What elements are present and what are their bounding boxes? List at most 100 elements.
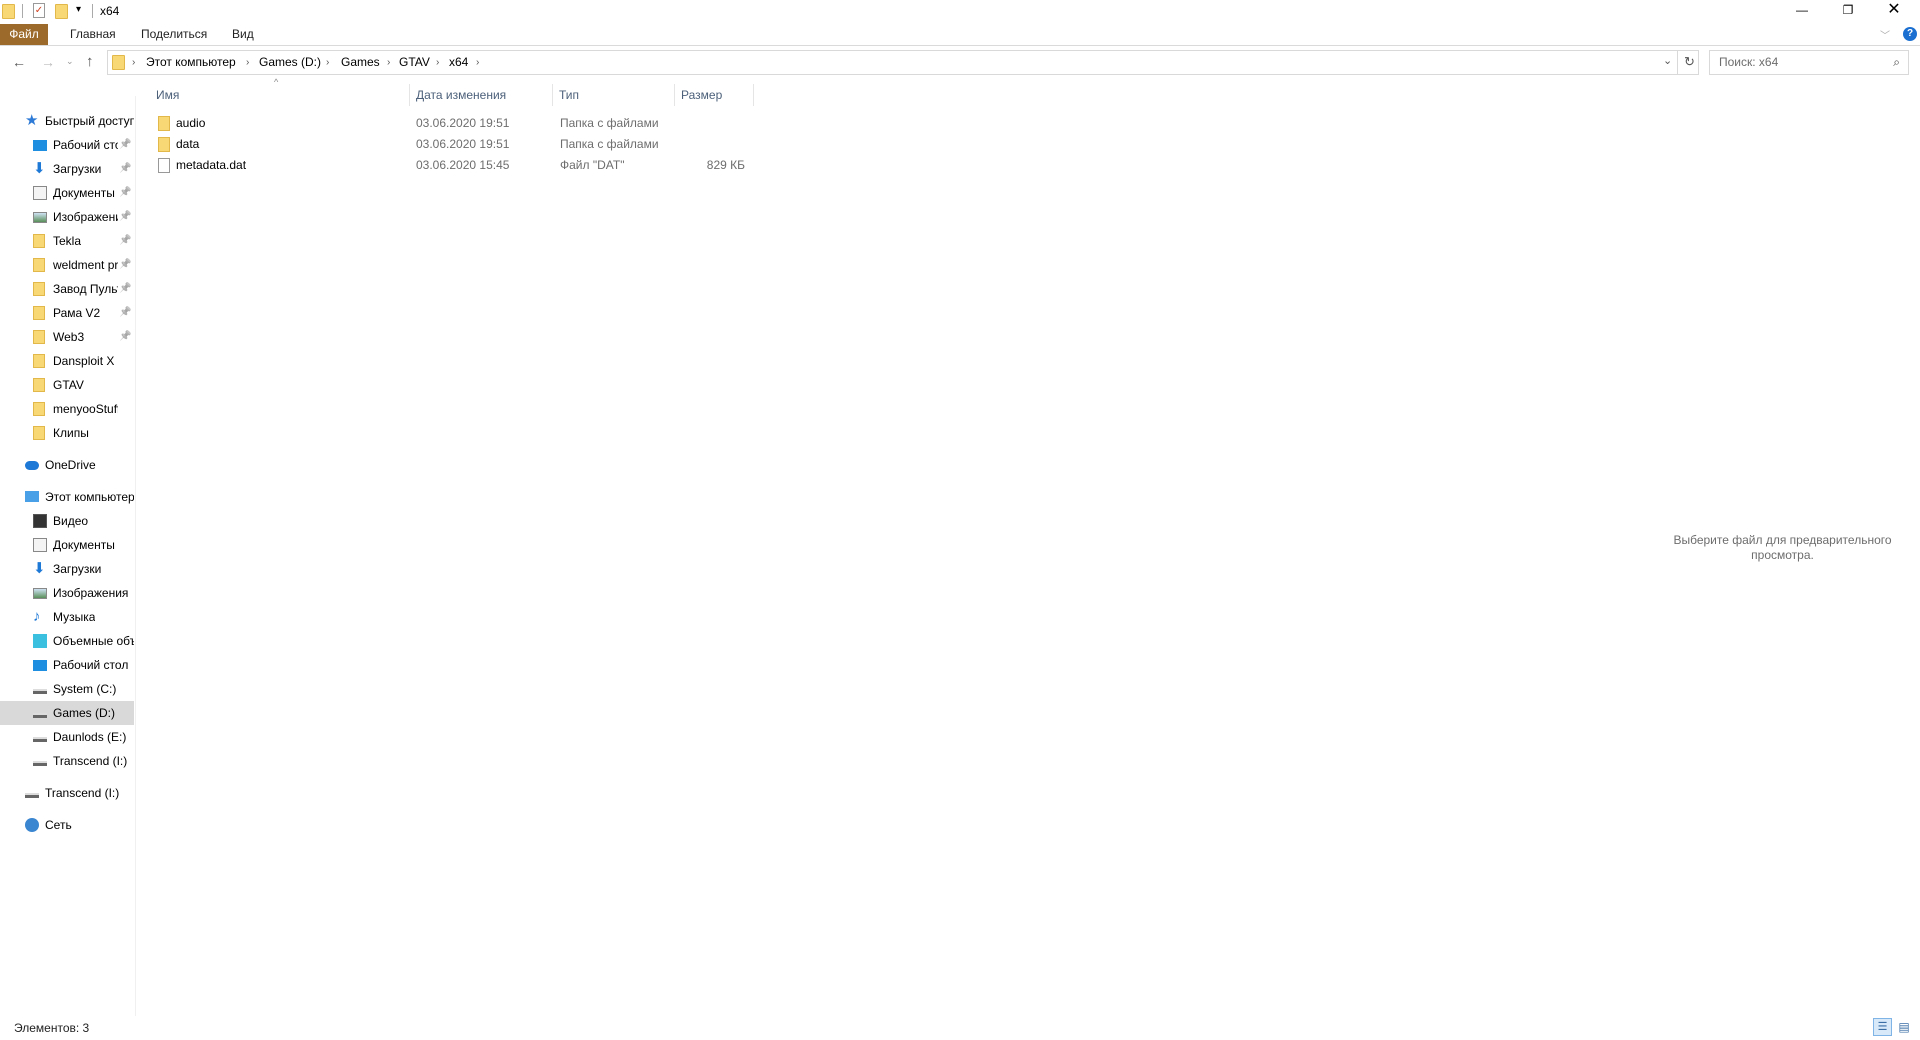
pin-icon[interactable]: 📌	[119, 277, 131, 301]
sidebar-item[interactable]: Transcend (I:)	[0, 749, 134, 773]
breadcrumb-this-pc[interactable]: Этот компьютер	[146, 51, 236, 74]
address-bar[interactable]: › Этот компьютер › Games (D:) › Games › …	[107, 50, 1699, 75]
sidebar-item[interactable]: Видео	[0, 509, 134, 533]
sidebar-item[interactable]: Dansploit X	[0, 349, 134, 373]
sidebar-item-label: Клипы	[53, 426, 89, 440]
column-header-date[interactable]: Дата изменения	[410, 84, 553, 106]
refresh-icon[interactable]: ↻	[1684, 54, 1695, 70]
new-folder-icon[interactable]	[55, 4, 68, 19]
file-row[interactable]: data 03.06.2020 19:51 Папка с файлами	[150, 134, 755, 155]
sidebar-item-label: Документы	[53, 186, 115, 200]
search-icon: ⌕	[1893, 55, 1900, 69]
sidebar-item[interactable]: GTAV	[0, 373, 134, 397]
recent-locations-icon[interactable]: ⌄	[66, 56, 74, 67]
sidebar-item[interactable]: Daunlods (E:)	[0, 725, 134, 749]
file-name: data	[176, 137, 200, 151]
up-button[interactable]: ↑	[86, 53, 94, 70]
file-size: 829 КБ	[706, 158, 745, 172]
sidebar-item[interactable]: Документы	[0, 533, 134, 557]
desktop-icon	[33, 660, 47, 671]
sidebar-item[interactable]: System (C:)	[0, 677, 134, 701]
folder-icon	[158, 116, 170, 131]
sidebar-item[interactable]: ⬇ Загрузки	[0, 557, 134, 581]
breadcrumb-games[interactable]: Games	[341, 51, 380, 74]
sidebar-item[interactable]: ★ Быстрый доступ	[0, 109, 134, 133]
minimize-button[interactable]: —	[1792, 0, 1812, 20]
folder-icon	[33, 330, 45, 344]
sidebar-item[interactable]: Рабочий стол📌	[0, 133, 134, 157]
sidebar-item-label: Загрузки	[53, 162, 102, 176]
sidebar-item[interactable]: Рабочий стол	[0, 653, 134, 677]
search-input[interactable]: Поиск: x64 ⌕	[1709, 50, 1909, 75]
column-header-size[interactable]: Размер	[675, 84, 754, 106]
pin-icon[interactable]: 📌	[119, 205, 131, 229]
tab-file[interactable]: Файл	[0, 24, 48, 45]
sidebar-item[interactable]: Клипы	[0, 421, 134, 445]
sidebar-item[interactable]: OneDrive	[0, 453, 134, 477]
file-type: Папка с файлами	[560, 137, 659, 151]
tab-share[interactable]: Поделиться	[141, 24, 207, 45]
sidebar-item[interactable]: Сеть	[0, 813, 134, 837]
sidebar-item[interactable]: Завод Пульт 📌	[0, 277, 134, 301]
sidebar-item[interactable]: Games (D:)	[0, 701, 134, 725]
details-view-button[interactable]: ☰	[1873, 1018, 1892, 1036]
sidebar-item-label: Dansploit X	[53, 354, 115, 368]
file-date: 03.06.2020 19:51	[416, 116, 510, 130]
pin-icon[interactable]: 📌	[119, 133, 131, 157]
sidebar-item-label: OneDrive	[45, 458, 96, 472]
sidebar-item[interactable]: Изображения📌	[0, 205, 134, 229]
navigation-pane: ★Быстрый доступРабочий стол📌⬇Загрузки📌До…	[0, 96, 136, 1016]
sidebar-item[interactable]: Объемные объекты	[0, 629, 134, 653]
file-date: 03.06.2020 19:51	[416, 137, 510, 151]
breadcrumb-gtav[interactable]: GTAV	[399, 51, 430, 74]
pin-icon[interactable]: 📌	[119, 325, 131, 349]
divider	[1677, 51, 1678, 74]
sidebar-item[interactable]: ♪ Музыка	[0, 605, 134, 629]
folder-icon	[33, 306, 45, 320]
pin-icon[interactable]: 📌	[119, 157, 131, 181]
large-icons-view-button[interactable]: ▤	[1896, 1020, 1912, 1035]
restore-button[interactable]: ❐	[1838, 0, 1858, 20]
file-row[interactable]: audio 03.06.2020 19:51 Папка с файлами	[150, 113, 755, 134]
file-row[interactable]: metadata.dat 03.06.2020 15:45 Файл "DAT" 82…	[150, 155, 755, 176]
breadcrumb-games-d[interactable]: Games (D:)	[259, 51, 321, 74]
sidebar-item-label: Рама V2	[53, 306, 101, 320]
sidebar-item-label: Музыка	[53, 610, 96, 624]
column-header-name[interactable]: Имя	[150, 84, 410, 106]
sidebar-item[interactable]: Этот компьютер	[0, 485, 134, 509]
tab-view[interactable]: Вид	[232, 24, 254, 45]
sidebar-item[interactable]: menyooStuff	[0, 397, 134, 421]
sidebar-item[interactable]: Документы 📌	[0, 181, 134, 205]
sidebar-item-label: Быстрый доступ	[45, 114, 134, 128]
pin-icon[interactable]: 📌	[119, 301, 131, 325]
column-header-type[interactable]: Тип	[553, 84, 675, 106]
sidebar-item[interactable]: Tekla 📌	[0, 229, 134, 253]
title-bar: ✓ ▾ x64 — ❐ ✕	[0, 0, 1920, 24]
help-icon[interactable]: ?	[1903, 27, 1917, 41]
sidebar-item[interactable]: ⬇ Загрузки 📌	[0, 157, 134, 181]
sidebar-item[interactable]: Web3 📌	[0, 325, 134, 349]
sidebar-item-label: Документы	[53, 538, 115, 552]
sidebar-item-label: Сеть	[45, 818, 72, 832]
close-button[interactable]: ✕	[1884, 0, 1904, 20]
file-type: Файл "DAT"	[560, 158, 625, 172]
customize-toolbar-icon[interactable]: ▾	[76, 4, 81, 15]
sidebar-item-label: Объемные объекты	[53, 634, 134, 648]
back-button[interactable]: ←	[12, 54, 26, 70]
sidebar-item[interactable]: Изображения	[0, 581, 134, 605]
sidebar-item[interactable]: weldment profiles📌	[0, 253, 134, 277]
pin-icon[interactable]: 📌	[119, 253, 131, 277]
forward-button[interactable]: →	[41, 54, 55, 70]
tab-home[interactable]: Главная	[70, 24, 116, 45]
pin-icon[interactable]: 📌	[119, 181, 131, 205]
pin-icon[interactable]: 📌	[119, 229, 131, 253]
sidebar-item-label: Изображения	[53, 210, 118, 224]
sidebar-item[interactable]: Рама V2 📌	[0, 301, 134, 325]
properties-icon[interactable]: ✓	[33, 3, 45, 18]
sidebar-item[interactable]: Transcend (I:)	[0, 781, 134, 805]
sidebar-item-label: Этот компьютер	[45, 490, 134, 504]
address-dropdown-icon[interactable]: ⌄	[1663, 54, 1672, 67]
breadcrumb-x64[interactable]: x64	[449, 51, 468, 74]
expand-ribbon-icon[interactable]: ﹀	[1880, 27, 1890, 42]
divider	[92, 4, 93, 18]
